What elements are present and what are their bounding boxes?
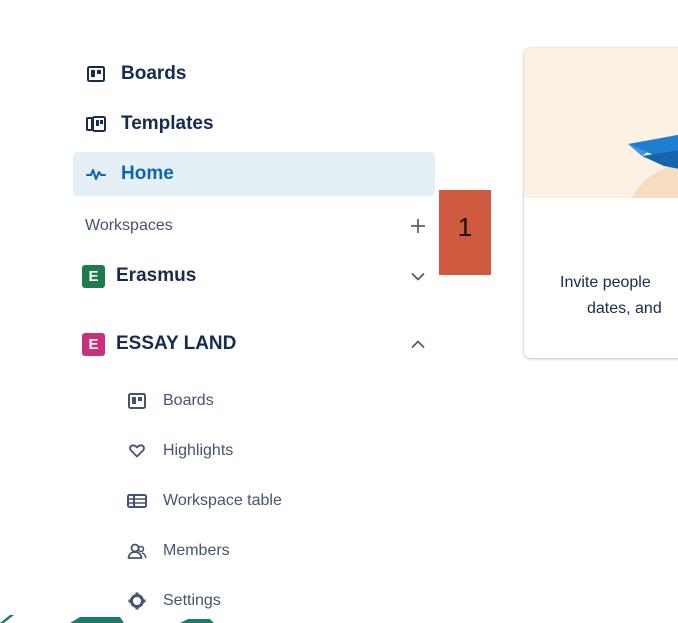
- menu-item-label: Settings: [163, 592, 221, 609]
- menu-item-label: Highlights: [163, 442, 234, 459]
- workspaces-header: Workspaces: [73, 208, 435, 244]
- workspace-label-group: E ESSAY LAND: [82, 332, 237, 356]
- board-icon: [125, 390, 149, 412]
- paper-plane-icon: [628, 134, 678, 198]
- menu-item-label: Boards: [163, 392, 214, 409]
- menu-item-boards[interactable]: Boards: [125, 376, 435, 426]
- workspace-avatar: E: [82, 332, 105, 356]
- cropped-arrow-fragment: [0, 615, 214, 623]
- menu-item-workspace-table[interactable]: Workspace table: [125, 476, 435, 526]
- table-icon: [125, 490, 149, 512]
- menu-item-label: Members: [163, 542, 230, 559]
- workspace-avatar: E: [82, 264, 105, 288]
- board-icon: [85, 63, 107, 85]
- sidebar-item-home[interactable]: Home: [73, 152, 435, 196]
- plus-icon: [411, 219, 425, 233]
- chevron-up-icon[interactable]: [407, 333, 429, 355]
- menu-item-members[interactable]: Members: [125, 526, 435, 576]
- sidebar: Boards Templates Home Workspaces E Erasm…: [73, 52, 435, 623]
- workspace-label-group: E Erasmus: [82, 264, 197, 288]
- card-text-line: dates, and: [587, 300, 662, 317]
- add-workspace-button[interactable]: [405, 213, 431, 239]
- workspace-name: Erasmus: [116, 265, 197, 286]
- card-description: Invite people dates, and: [540, 270, 678, 322]
- page: Boards Templates Home Workspaces E Erasm…: [0, 0, 678, 623]
- card-illustration: [524, 48, 678, 198]
- sidebar-item-boards[interactable]: Boards: [73, 52, 435, 96]
- workspace-name: ESSAY LAND: [116, 333, 237, 354]
- gear-icon: [125, 590, 149, 612]
- sidebar-item-label: Boards: [121, 63, 187, 84]
- menu-item-label: Workspace table: [163, 492, 282, 509]
- heart-icon: [125, 440, 149, 462]
- annotation-marker: 1: [439, 190, 491, 275]
- workspaces-heading: Workspaces: [85, 217, 173, 234]
- members-icon: [125, 540, 149, 562]
- workspace-essay-land[interactable]: E ESSAY LAND: [73, 322, 435, 366]
- chevron-down-icon[interactable]: [407, 265, 429, 287]
- menu-item-highlights[interactable]: Highlights: [125, 426, 435, 476]
- activity-pulse-icon: [85, 163, 107, 185]
- workspace-erasmus[interactable]: E Erasmus: [73, 254, 435, 298]
- essay-land-menu: Boards Highlights Workspace table Member…: [73, 376, 435, 623]
- templates-icon: [85, 113, 107, 135]
- sidebar-item-label: Templates: [121, 113, 214, 134]
- sidebar-item-label: Home: [121, 163, 174, 184]
- sidebar-item-templates[interactable]: Templates: [73, 102, 435, 146]
- card-text-line: Invite people: [560, 274, 651, 291]
